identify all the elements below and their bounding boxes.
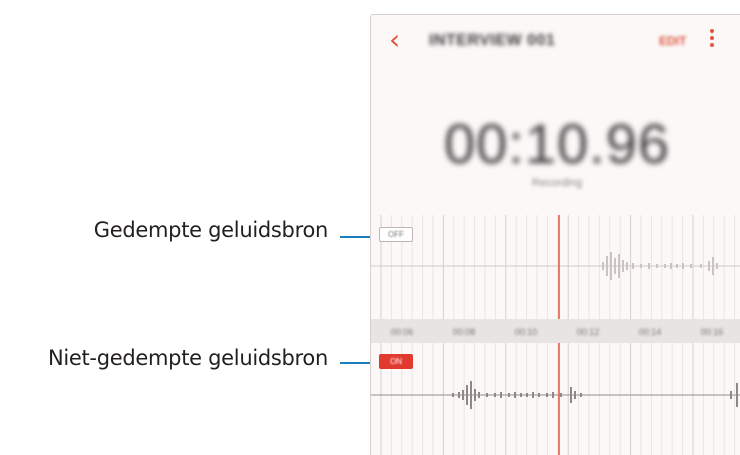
callout-muted-line [340, 236, 374, 238]
voice-recorder-screen: ‹ INTERVIEW 001 EDIT 00:10.96 Recording … [370, 14, 740, 455]
muted-track [371, 215, 740, 319]
unmuted-source-tag-label: ON [390, 357, 402, 366]
timeline-tick-label: 00:10 [514, 327, 538, 337]
muted-source-toggle[interactable]: OFF [379, 227, 413, 242]
unmuted-track [371, 343, 740, 455]
callout-unmuted-label: Niet-gedempte geluidsbron [47, 346, 328, 370]
timeline-tick-label: 00:08 [452, 327, 476, 337]
muted-source-tag-label: OFF [388, 230, 404, 239]
timeline-tick-label: 00:06 [390, 327, 414, 337]
timeline-band [371, 319, 740, 343]
callout-muted-label: Gedempte geluidsbron [93, 218, 329, 242]
waveform-area[interactable] [371, 15, 740, 455]
timeline-tick-label: 00:14 [638, 327, 662, 337]
unmuted-source-toggle[interactable]: ON [379, 354, 413, 369]
timeline-tick-label: 00:12 [576, 327, 600, 337]
timeline-tick-label: 00:16 [700, 327, 724, 337]
